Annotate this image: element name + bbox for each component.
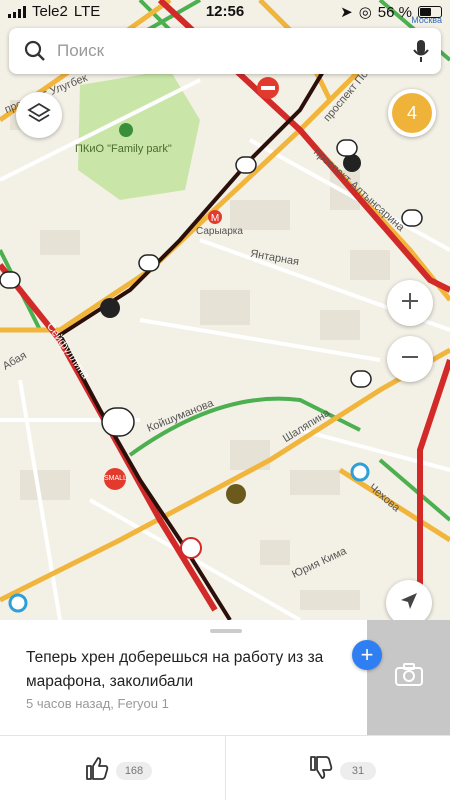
- park-icon: [119, 123, 133, 137]
- battery-percent: 56 %: [377, 3, 412, 21]
- post-meta: 5 часов назад, Feryou 1: [26, 696, 169, 711]
- traffic-level-button[interactable]: 4: [388, 89, 436, 137]
- dislike-button[interactable]: 31: [308, 755, 376, 786]
- poi-circle-icon-2: [8, 593, 28, 613]
- like-count: 168: [116, 761, 152, 780]
- microphone-icon[interactable]: [401, 39, 441, 63]
- search-icon: [15, 40, 55, 62]
- drag-handle[interactable]: [210, 629, 242, 633]
- like-button[interactable]: 168: [84, 755, 152, 786]
- poi-icon: [226, 484, 246, 504]
- navigation-arrow-icon: [399, 591, 419, 616]
- poi-circle-icon: [350, 462, 370, 482]
- add-photo-button[interactable]: [367, 620, 450, 735]
- traffic-level-value: 4: [392, 93, 432, 133]
- post-text: Теперь хрен доберешься на работу из за м…: [26, 649, 324, 690]
- map-canvas[interactable]: М: [0, 0, 450, 620]
- add-comment-button[interactable]: +: [352, 640, 382, 670]
- thumbs-down-icon: [308, 755, 334, 786]
- search-bar[interactable]: [9, 28, 441, 74]
- plus-icon: [400, 291, 420, 316]
- map-view[interactable]: М ПКиО "Family park" Сарыарка Янтарная п…: [0, 0, 450, 620]
- post-card[interactable]: Теперь хрен доберешься на работу из за м…: [0, 620, 450, 800]
- rotation-lock-icon: ◎: [358, 4, 372, 21]
- thumbs-up-icon: [84, 755, 110, 786]
- park-label: ПКиО "Family park": [75, 143, 172, 155]
- dislike-count: 31: [340, 761, 376, 780]
- event-icon: [100, 298, 120, 318]
- svg-text:М: М: [211, 213, 219, 224]
- layers-button[interactable]: [16, 92, 62, 138]
- zoom-in-button[interactable]: [387, 280, 433, 326]
- metro-label: Сарыарка: [196, 226, 243, 237]
- city-label: Москва: [411, 15, 442, 25]
- location-icon: ➤: [340, 4, 353, 21]
- layers-icon: [27, 101, 51, 130]
- minus-icon: [400, 347, 420, 372]
- search-input[interactable]: [55, 40, 401, 62]
- accident-icon: [180, 537, 202, 559]
- plus-icon: +: [360, 642, 374, 667]
- zoom-out-button[interactable]: [387, 336, 433, 382]
- status-bar: Tele2 LTE 12:56 ➤ ◎ 56 % Москва: [0, 0, 450, 25]
- vertical-divider: [225, 736, 226, 800]
- store-label: SMALL: [104, 475, 127, 482]
- camera-icon: [394, 663, 424, 692]
